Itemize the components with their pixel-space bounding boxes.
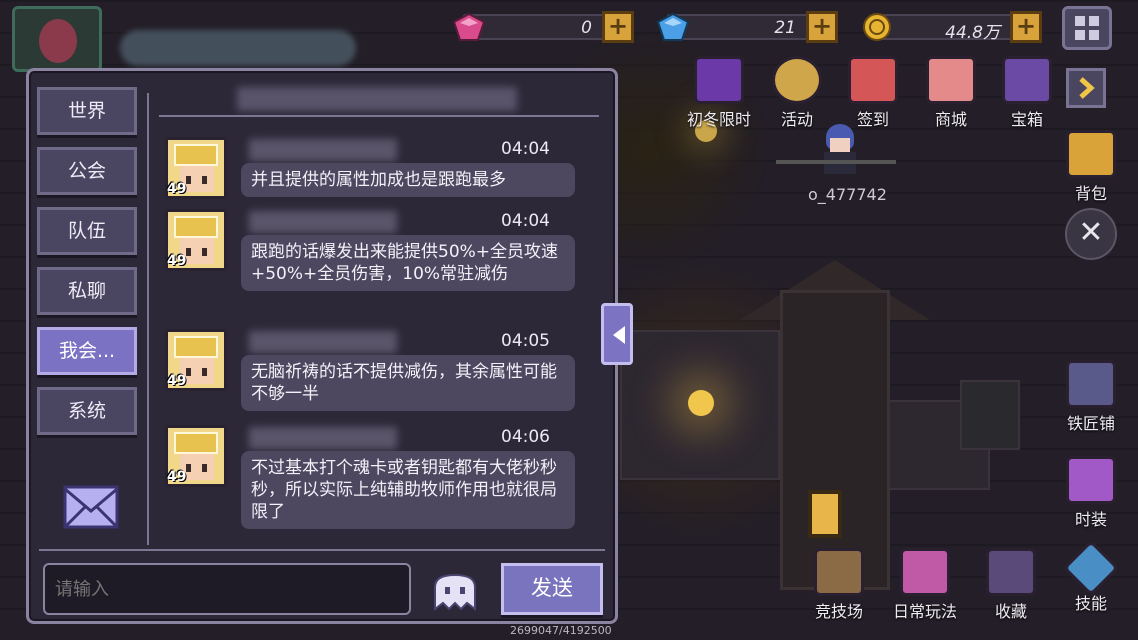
pink-gem-icon — [452, 12, 486, 41]
resource-pink-gem: 0 + — [452, 8, 642, 44]
collapse-chat-button[interactable] — [601, 303, 633, 365]
chat-tabs: 世界 公会 队伍 私聊 我会... 系统 — [37, 87, 139, 447]
add-pink-gem-button[interactable]: + — [602, 11, 634, 43]
tab-private[interactable]: 私聊 — [37, 267, 137, 315]
arena-icon — [814, 548, 864, 596]
menu-activity[interactable]: 活动 — [762, 56, 832, 130]
close-button[interactable]: ✕ — [1065, 208, 1117, 260]
tab-team[interactable]: 队伍 — [37, 207, 137, 255]
blue-gem-count: 21 — [774, 18, 796, 38]
add-blue-gem-button[interactable]: + — [806, 11, 838, 43]
user-level: 49 — [167, 469, 187, 485]
message-time: 04:05 — [501, 331, 550, 351]
user-level: 49 — [167, 373, 187, 389]
menu-label: 宝箱 — [1010, 110, 1043, 129]
blurred-username — [249, 139, 397, 161]
blacksmith-icon — [1066, 360, 1116, 408]
mail-icon[interactable] — [63, 485, 119, 529]
backpack-icon — [1066, 130, 1116, 178]
menu-label: 商城 — [934, 110, 967, 129]
chat-input[interactable] — [43, 563, 411, 615]
menu-winter-event[interactable]: 初冬限时 — [684, 56, 754, 130]
blurred-username — [249, 331, 397, 353]
message-time: 04:06 — [501, 427, 550, 447]
coin-icon — [863, 13, 891, 41]
menu-label: 日常玩法 — [892, 602, 957, 621]
menu-label: 活动 — [780, 110, 813, 129]
street-lamp — [688, 390, 714, 416]
menu-sign-in[interactable]: 签到 — [838, 56, 908, 130]
menu-shop[interactable]: 商城 — [916, 56, 986, 130]
grid-icon — [1075, 16, 1099, 40]
daily-play-icon — [900, 548, 950, 596]
chat-panel: 世界 公会 队伍 私聊 我会... 系统 49 04:04 并且提供的属性加成也… — [26, 68, 618, 624]
player-character[interactable] — [818, 124, 862, 174]
shop-icon — [926, 56, 976, 104]
skill-icon — [1062, 539, 1120, 597]
blurred-username — [249, 427, 397, 449]
sign-in-icon — [848, 56, 898, 104]
menu-collection[interactable]: 收藏 — [976, 548, 1046, 622]
menu-backpack[interactable]: 背包 — [1056, 130, 1126, 204]
message-time: 04:04 — [501, 139, 550, 159]
resource-blue-gem: 21 + — [656, 8, 846, 44]
house-window — [808, 490, 842, 538]
menu-label: 初冬限时 — [686, 110, 751, 129]
collection-icon — [986, 548, 1036, 596]
message-bubble: 不过基本打个魂卡或者钥匙都有大佬秒秒秒，所以实际上纯辅助牧师作用也就很局限了 — [241, 451, 575, 529]
menu-arena[interactable]: 竞技场 — [804, 548, 874, 622]
message-time: 04:04 — [501, 211, 550, 231]
activity-icon — [772, 56, 822, 104]
tab-guild[interactable]: 公会 — [37, 147, 137, 195]
divider — [39, 549, 605, 551]
emoji-icon[interactable] — [429, 571, 481, 611]
hp-text: 2699047/4192500 — [510, 624, 612, 637]
menu-label: 签到 — [856, 110, 889, 129]
hero-portrait — [39, 19, 77, 63]
furnace-block — [960, 380, 1020, 450]
menu-skill[interactable]: 技能 — [1056, 539, 1126, 614]
tab-system[interactable]: 系统 — [37, 387, 137, 435]
blurred-username — [249, 211, 397, 233]
resource-coin: 44.8万 + — [860, 8, 1050, 44]
coin-count: 44.8万 — [945, 23, 1000, 43]
menu-fashion[interactable]: 时装 — [1056, 456, 1126, 530]
chevron-right-icon — [1079, 77, 1095, 99]
menu-label: 时装 — [1074, 510, 1107, 529]
blue-gem-icon — [656, 12, 690, 41]
blurred-player-name — [120, 30, 356, 66]
tab-my-guild[interactable]: 我会... — [37, 327, 137, 375]
menu-label: 收藏 — [994, 602, 1027, 621]
send-button[interactable]: 发送 — [501, 563, 603, 615]
settings-grid-button[interactable] — [1062, 6, 1112, 50]
menu-label: 竞技场 — [814, 602, 863, 621]
house — [780, 290, 890, 590]
message-bubble: 无脑祈祷的话不提供减伤，其余属性可能不够一半 — [241, 355, 575, 411]
treasure-chest-icon — [1002, 56, 1052, 104]
menu-expand-button[interactable] — [1066, 68, 1106, 108]
player-name: o_477742 — [808, 185, 887, 204]
menu-daily-play[interactable]: 日常玩法 — [890, 548, 960, 622]
divider — [147, 93, 149, 545]
menu-treasure[interactable]: 宝箱 — [992, 56, 1062, 130]
user-level: 49 — [167, 181, 187, 197]
hero-avatar[interactable] — [12, 6, 102, 72]
chevron-left-icon — [613, 326, 625, 344]
message-bubble: 并且提供的属性加成也是跟跑最多 — [241, 163, 575, 197]
winter-event-icon — [694, 56, 744, 104]
scythe-weapon — [776, 160, 896, 164]
menu-label: 铁匠铺 — [1066, 414, 1115, 433]
menu-blacksmith[interactable]: 铁匠铺 — [1056, 360, 1126, 434]
fashion-icon — [1066, 456, 1116, 504]
blurred-chat-title — [237, 87, 517, 111]
message-bubble: 跟跑的话爆发出来能提供50%+全员攻速+50%+全员伤害，10%常驻减伤 — [241, 235, 575, 291]
add-coin-button[interactable]: + — [1010, 11, 1042, 43]
divider — [159, 115, 599, 117]
pink-gem-count: 0 — [581, 18, 592, 38]
tab-world[interactable]: 世界 — [37, 87, 137, 135]
menu-label: 背包 — [1074, 184, 1107, 203]
user-level: 49 — [167, 253, 187, 269]
